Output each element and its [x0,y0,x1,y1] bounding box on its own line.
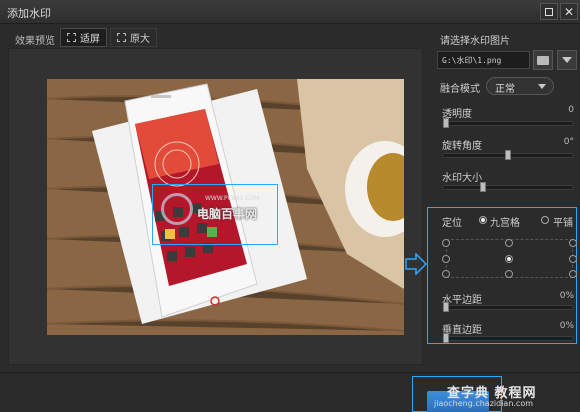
browse-button[interactable] [533,50,553,70]
size-label: 水印大小 [442,173,482,184]
opacity-value: 0 [568,105,574,115]
close-icon: ✕ [563,4,575,19]
blend-mode-value: 正常 [495,84,515,95]
rotation-value: 0° [563,137,574,147]
grid-middle-right[interactable] [569,255,577,263]
grid-middle-left[interactable] [442,255,450,263]
chevron-down-icon [538,84,546,89]
grid-top-right[interactable] [569,239,577,247]
rotation-slider[interactable] [442,150,574,160]
footer-site: jiaocheng.chazidian.com [434,399,534,408]
watermark-url: WWW.PC841.COM [205,195,260,202]
folder-icon [537,55,549,65]
grid-option-label: 九宫格 [490,218,520,229]
fit-screen-icon [67,33,76,42]
maximize-icon [545,7,553,16]
grid-top-left[interactable] [442,239,450,247]
image-dropdown-button[interactable] [557,50,577,70]
maximize-button[interactable] [540,3,558,20]
position-label: 定位 [442,218,462,229]
watermark-logo-icon [161,193,193,225]
v-margin-value: 0% [559,321,574,331]
v-margin-slider[interactable] [442,333,574,343]
watermark-box[interactable]: WWW.PC841.COM 电脑百事网 [152,184,278,245]
v-margin-slider-thumb[interactable] [443,333,449,343]
choose-image-label: 请选择水印图片 [440,36,510,47]
watermark-text: 电脑百事网 [197,207,258,221]
grid-top-center[interactable] [505,239,513,247]
h-margin-slider[interactable] [442,302,574,312]
image-path-value: G:\水印\1.png [442,56,502,65]
grid-bottom-center[interactable] [505,270,513,278]
blend-mode-select[interactable]: 正常 [486,77,554,95]
preview-label: 效果预览 [15,36,55,47]
window-title: 添加水印 [7,7,51,20]
original-size-label: 原大 [130,34,150,45]
tile-radio[interactable] [541,216,549,224]
chevron-down-icon [562,57,572,63]
opacity-slider-thumb[interactable] [443,118,449,128]
grid-bottom-left[interactable] [442,270,450,278]
close-button[interactable]: ✕ [560,3,578,20]
grid-center[interactable] [505,255,513,263]
size-slider[interactable] [442,182,574,192]
grid-radio[interactable] [479,216,487,224]
fit-screen-button[interactable]: 适屏 [60,28,107,47]
h-margin-value: 0% [559,291,574,301]
opacity-slider[interactable] [442,118,574,128]
blend-mode-label: 融合模式 [440,84,480,95]
tile-option-label: 平铺 [553,218,573,229]
rotation-slider-thumb[interactable] [505,150,511,160]
h-margin-slider-thumb[interactable] [443,302,449,312]
footer-divider [0,372,580,373]
original-size-button[interactable]: 原大 [110,28,157,47]
size-slider-thumb[interactable] [480,182,487,192]
arrow-right-icon [405,253,427,275]
image-path-field[interactable]: G:\水印\1.png [437,51,530,69]
title-bar: 添加水印 ✕ [0,0,580,24]
grid-bottom-right[interactable] [569,270,577,278]
rotation-label: 旋转角度 [442,141,482,152]
original-size-icon [117,33,126,42]
fit-screen-label: 适屏 [80,34,100,45]
